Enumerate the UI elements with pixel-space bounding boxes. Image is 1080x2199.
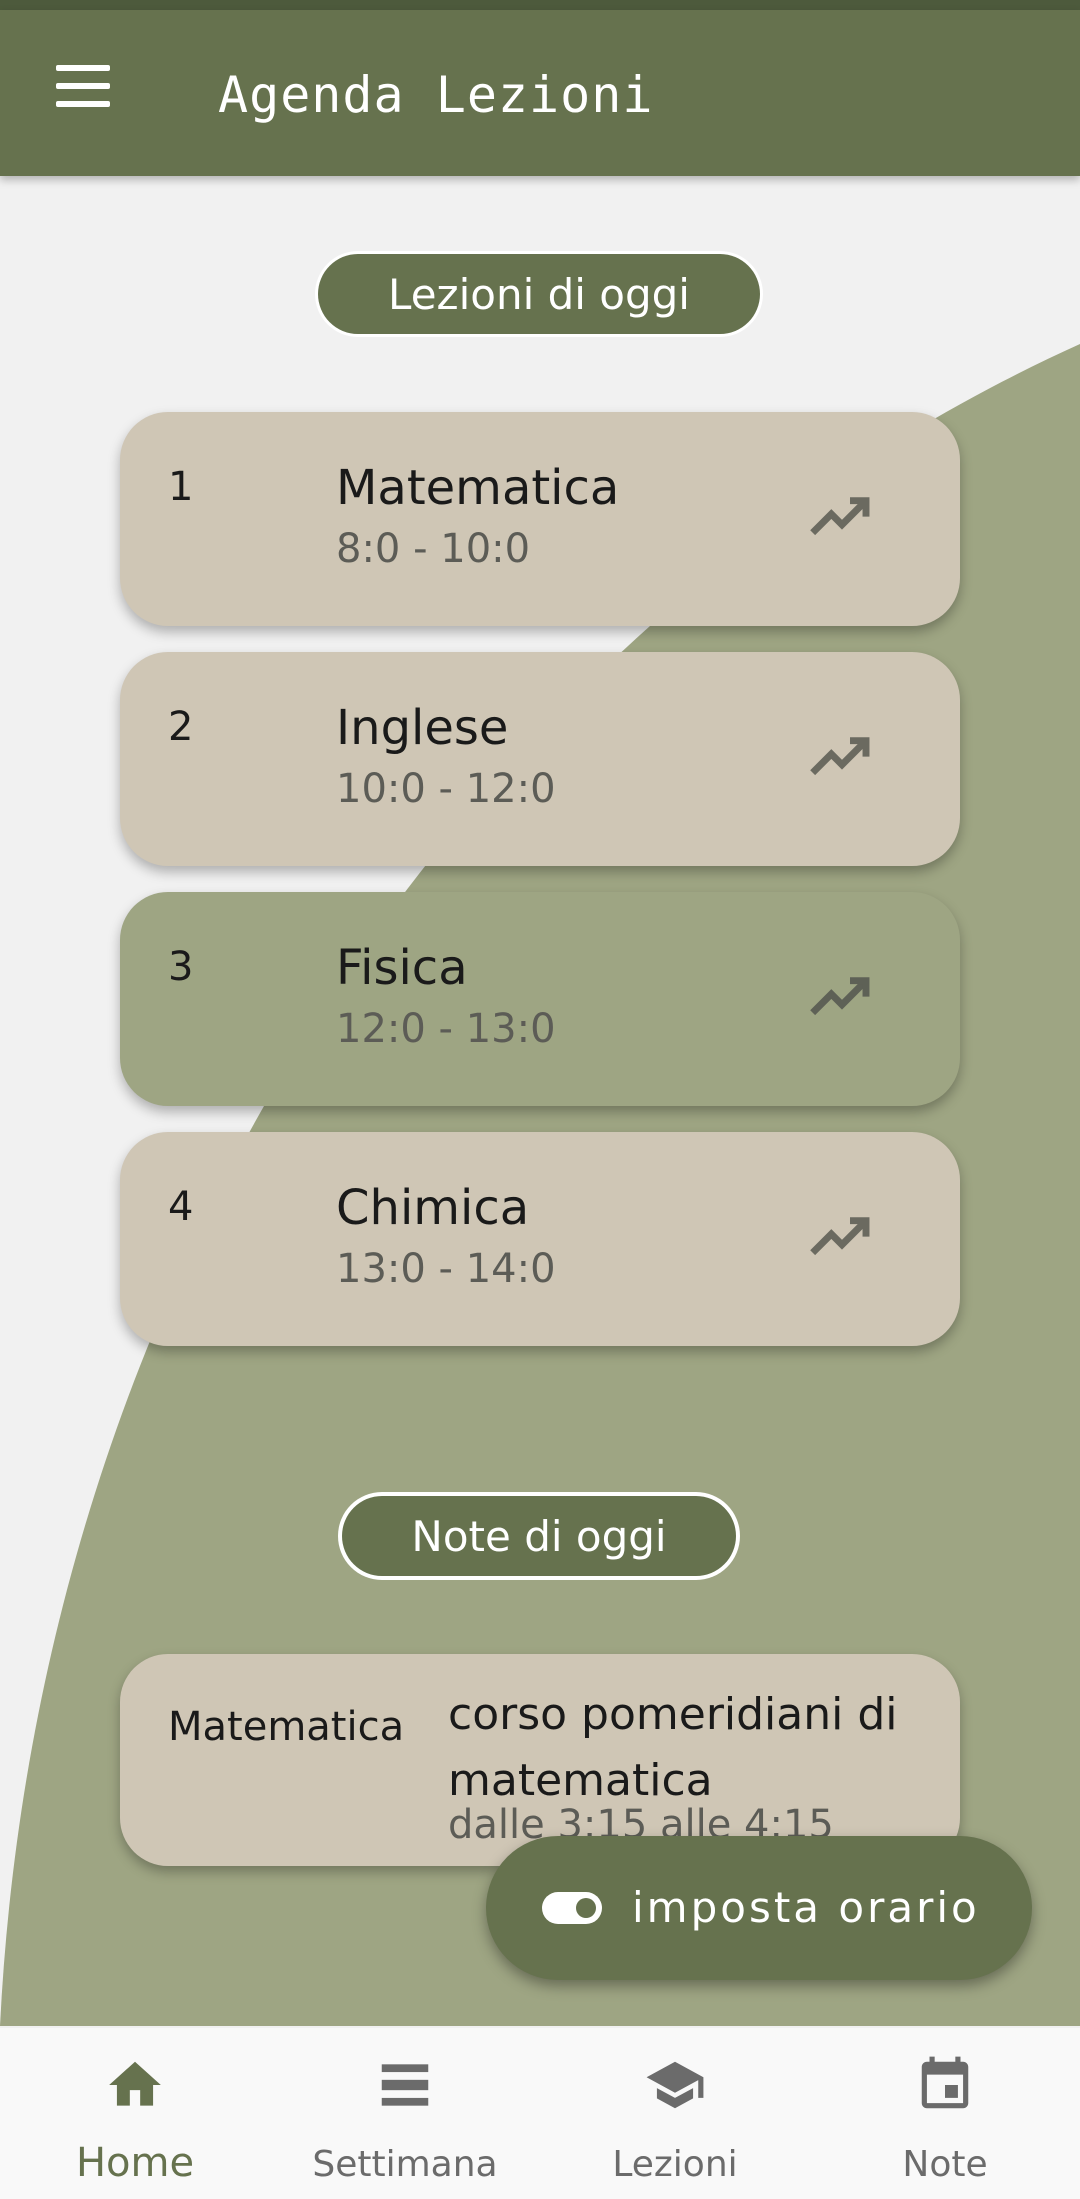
lesson-subject: Fisica [336,940,468,996]
today-lessons-header: Lezioni di oggi [318,254,760,334]
school-icon [646,2061,704,2109]
lesson-card[interactable]: 2 Inglese 10:0 - 12:0 [120,652,960,866]
calendar-icon [921,2056,969,2109]
nav-item-note[interactable]: Note [810,2028,1080,2199]
trending-up-icon[interactable] [810,730,874,778]
list-icon [381,2064,429,2106]
menu-icon[interactable] [40,65,128,125]
toggle-icon [542,1892,602,1924]
lesson-time: 8:0 - 10:0 [336,526,531,572]
set-schedule-button[interactable]: imposta orario [486,1836,1032,1980]
lesson-card[interactable]: 3 Fisica 12:0 - 13:0 [120,892,960,1106]
nav-item-settimana[interactable]: Settimana [270,2028,540,2199]
note-card[interactable]: Matematica corso pomeridiani di matemati… [120,1654,960,1866]
app-title: Agenda Lezioni [218,66,654,124]
today-notes-header: Note di oggi [342,1496,736,1576]
lesson-subject: Inglese [336,700,509,756]
lesson-number: 4 [168,1184,194,1230]
home-icon [109,2061,161,2106]
note-subject: Matematica [168,1704,405,1750]
lesson-number: 3 [168,944,194,990]
note-text: corso pomeridiani di matematica [448,1689,898,1806]
trending-up-icon[interactable] [810,970,874,1018]
status-bar [0,0,1080,10]
lesson-card[interactable]: 4 Chimica 13:0 - 14:0 [120,1132,960,1346]
lesson-card[interactable]: 1 Matematica 8:0 - 10:0 [120,412,960,626]
app-bar: Agenda Lezioni [0,10,1080,176]
lesson-time: 12:0 - 13:0 [336,1006,556,1052]
nav-item-home[interactable]: Home [0,2028,270,2199]
trending-up-icon[interactable] [810,490,874,538]
lesson-subject: Matematica [336,460,620,516]
trending-up-icon[interactable] [810,1210,874,1258]
nav-label-home: Home [75,2140,195,2186]
lesson-number: 2 [168,704,194,750]
nav-label-settimana: Settimana [312,2144,498,2185]
nav-label-note: Note [902,2144,988,2185]
nav-item-lezioni[interactable]: Lezioni [540,2028,810,2199]
lesson-number: 1 [168,464,194,510]
lesson-time: 13:0 - 14:0 [336,1246,556,1292]
lesson-subject: Chimica [336,1180,530,1236]
bottom-navigation: Home Settimana Lezioni Note [0,2028,1080,2199]
lesson-time: 10:0 - 12:0 [336,766,556,812]
nav-label-lezioni: Lezioni [612,2144,738,2185]
set-schedule-label: imposta orario [632,1883,980,1932]
